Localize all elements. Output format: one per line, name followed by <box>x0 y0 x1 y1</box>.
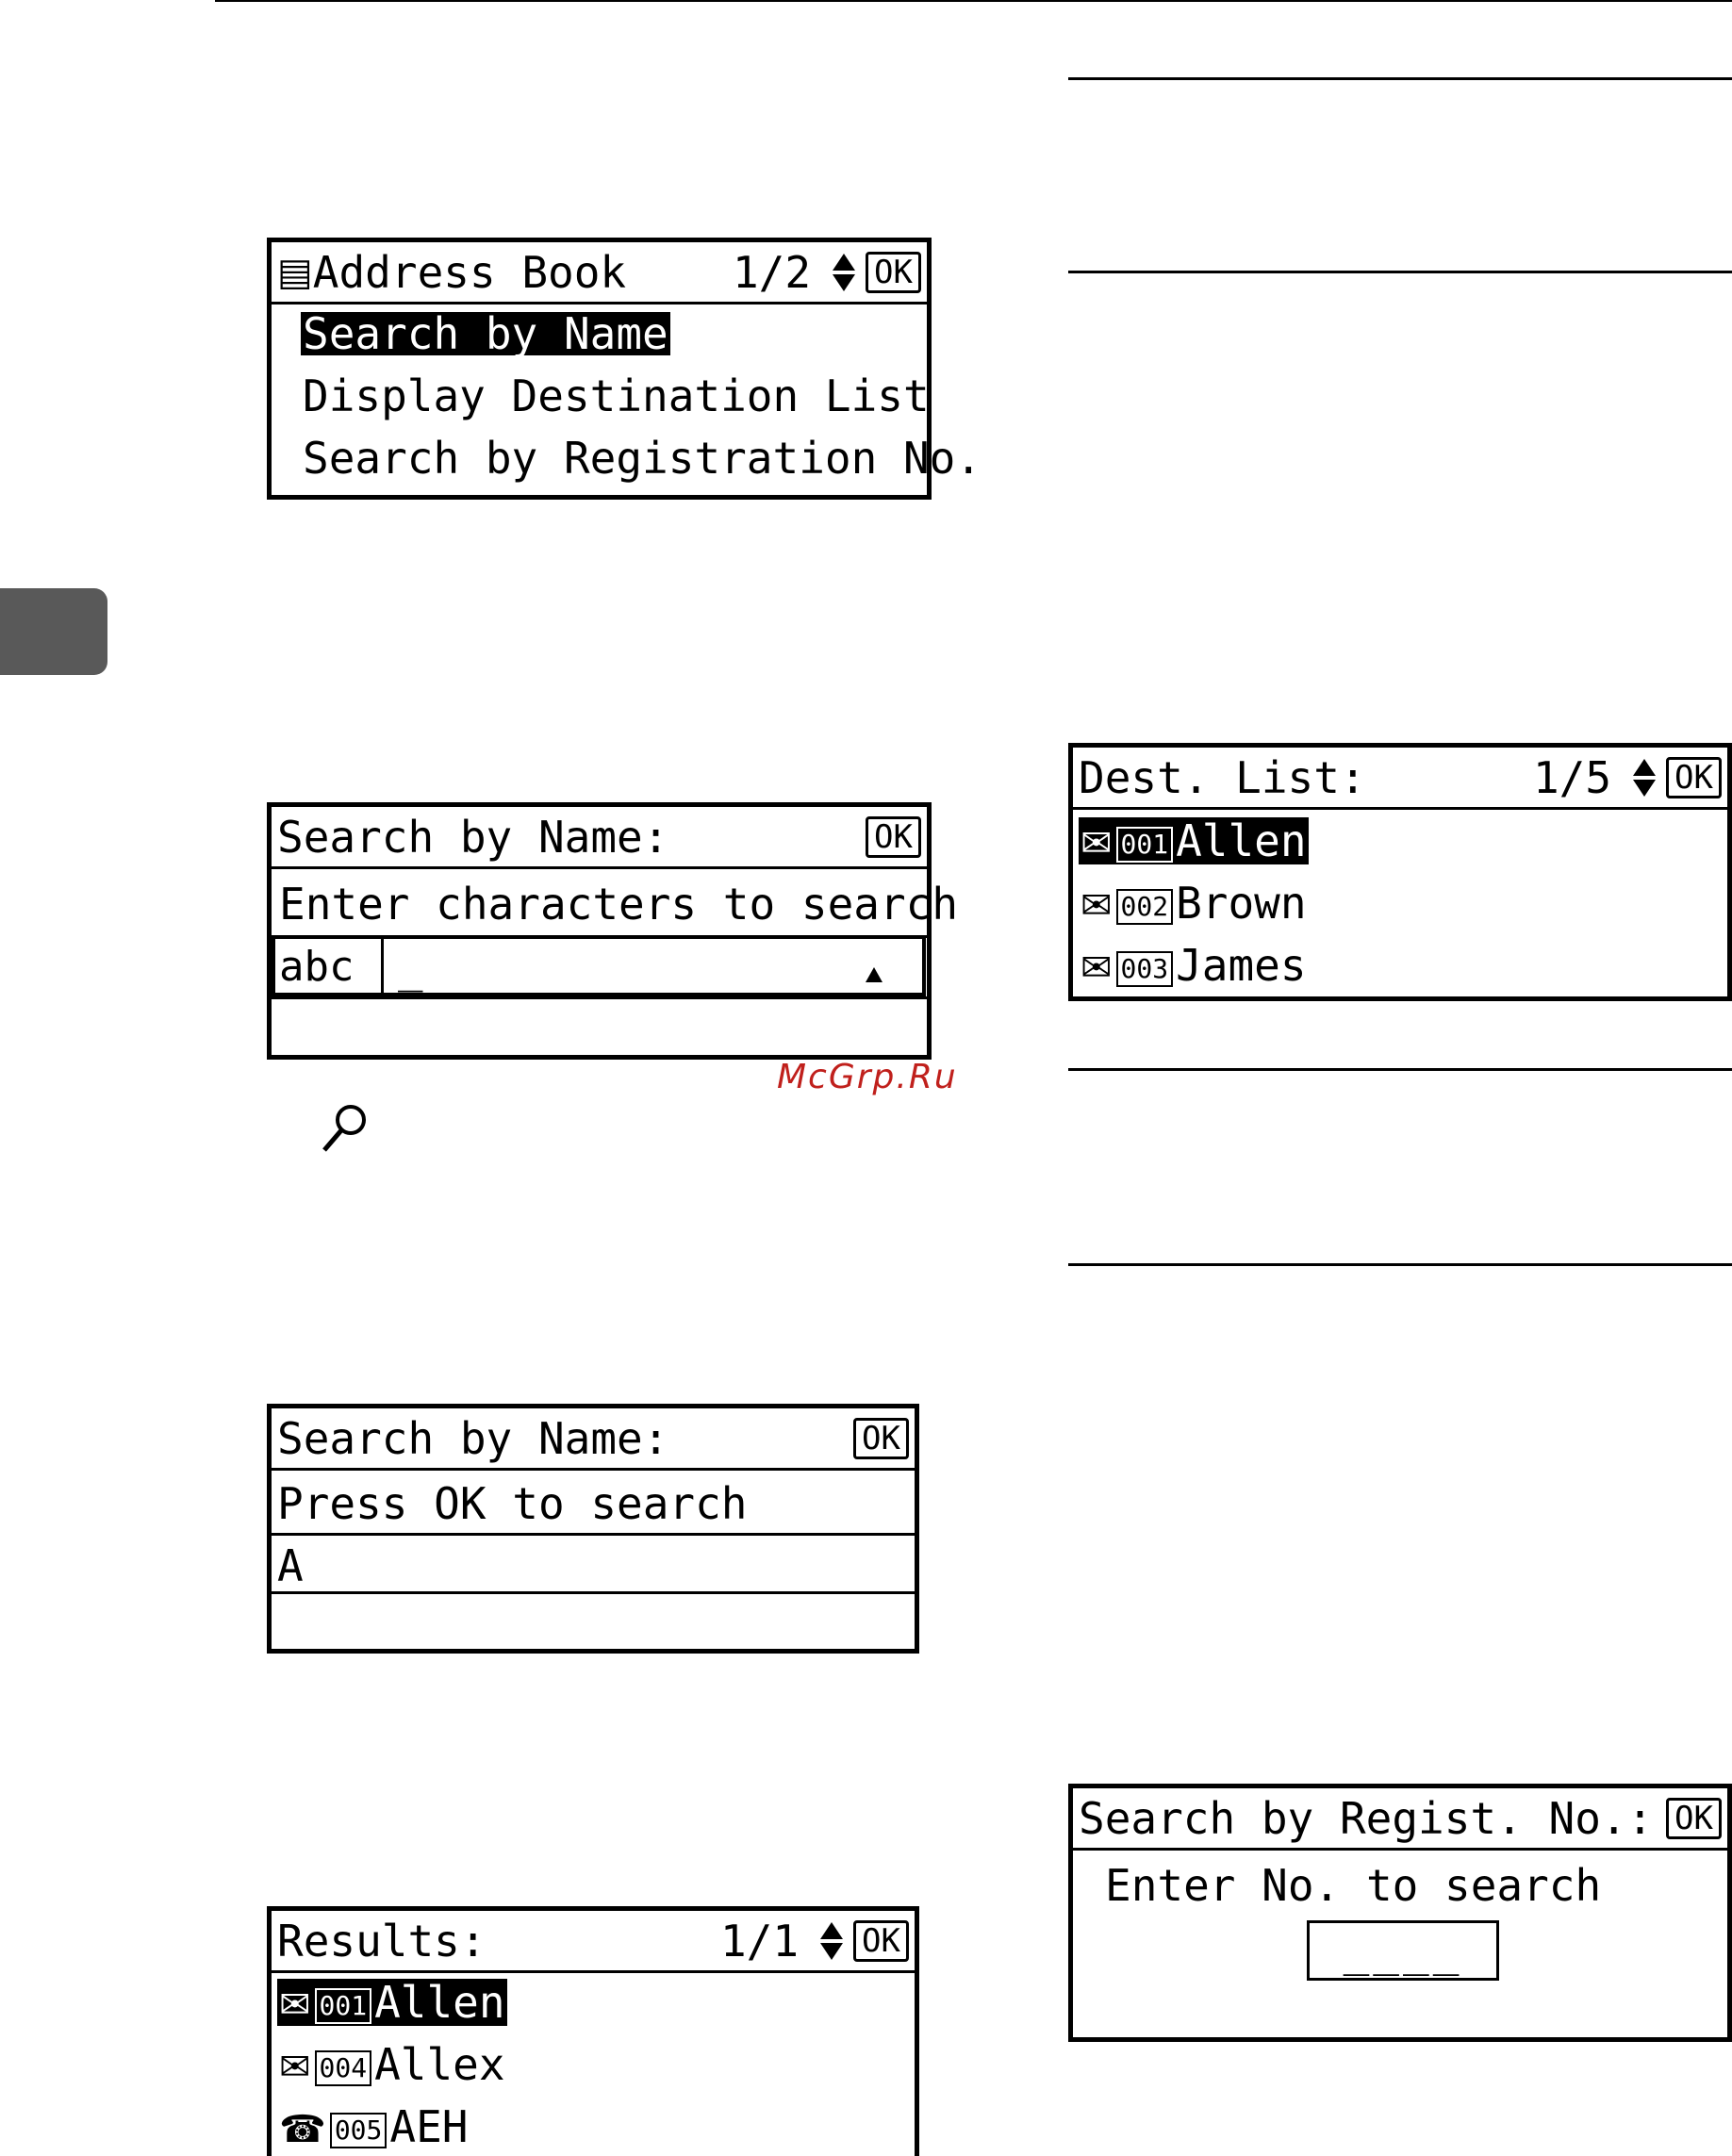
menu-item-display-destination-list[interactable]: Display Destination List <box>303 374 930 418</box>
ok-button[interactable]: OK <box>1666 1797 1722 1839</box>
phone-icon: ☎ <box>279 2108 326 2151</box>
ok-button[interactable]: OK <box>866 251 921 293</box>
registration-number-input[interactable]: ____ <box>1307 1920 1499 1981</box>
section-rule <box>1068 1263 1732 1266</box>
prompt-text: Enter No. to search <box>1105 1860 1602 1911</box>
address-icon: ✉ <box>279 2046 311 2089</box>
search-value[interactable]: A <box>277 1544 304 1588</box>
search-input[interactable]: abc _ <box>272 935 926 996</box>
list-item[interactable]: ☎ 005 AEH <box>279 2105 469 2148</box>
section-rule <box>1068 77 1732 80</box>
ok-button[interactable]: OK <box>866 815 921 858</box>
search-by-regist-no-screen: Search by Regist. No.: OK Enter No. to s… <box>1068 1784 1732 2042</box>
results-screen: Results: 1/1 OK ✉ 001 Allen ✉ 004 Allex ☎ 005… <box>267 1906 919 2156</box>
reg-number: 001 <box>1115 827 1174 863</box>
entry-name: AEH <box>389 2101 469 2152</box>
input-mode-label: abc <box>279 943 355 991</box>
magnifier-icon <box>322 1105 366 1152</box>
screen-header: Search by Name: OK <box>272 807 927 869</box>
list-item[interactable]: ✉ 004 Allex <box>279 2043 505 2086</box>
reg-number: 002 <box>1115 889 1174 925</box>
search-by-name-confirm-screen: Search by Name: OK Press OK to search A <box>267 1404 919 1654</box>
page-indicator: 1/5 <box>1532 751 1612 803</box>
screen-header: ▤ Address Book 1/2 OK <box>272 242 927 304</box>
text-cursor: _ <box>398 945 423 993</box>
section-rule <box>1068 271 1732 273</box>
reg-number: 001 <box>314 1988 372 2024</box>
list-item[interactable]: ✉ 003 James <box>1080 944 1307 987</box>
screen-header: Dest. List: 1/5 OK <box>1073 748 1727 810</box>
reg-number: 005 <box>329 2113 388 2148</box>
caret-up-icon <box>866 967 882 982</box>
dest-list-screen: Dest. List: 1/5 OK ✉ 001 Allen ✉ 002 Brown ✉… <box>1068 743 1732 1001</box>
address-icon: ✉ <box>1080 822 1113 865</box>
list-item[interactable]: ✉ 001 Allen <box>277 1979 507 2026</box>
screen-title: Search by Name: <box>277 1412 669 1464</box>
watermark: McGrp.Ru <box>777 1058 958 1096</box>
prompt-text: Press OK to search <box>277 1478 748 1529</box>
screen-title: Results: <box>277 1915 487 1967</box>
scroll-arrows-icon[interactable] <box>819 1920 844 1962</box>
ok-button[interactable]: OK <box>1666 756 1722 798</box>
screen-header: Search by Name: OK <box>272 1408 915 1471</box>
scroll-arrows-icon[interactable] <box>1632 757 1657 798</box>
address-icon: ✉ <box>1080 946 1113 990</box>
menu-item-search-by-registration-no[interactable]: Search by Registration No. <box>303 436 981 480</box>
top-rule <box>215 0 1732 2</box>
screen-title: Dest. List: <box>1079 751 1366 803</box>
page-indicator: 1/1 <box>719 1915 800 1967</box>
screen-title: Search by Regist. No.: <box>1079 1792 1654 1844</box>
reg-number: 004 <box>314 2050 372 2086</box>
list-item[interactable]: ✉ 001 Allen <box>1079 817 1309 864</box>
entry-name: Brown <box>1176 878 1307 929</box>
prompt-text: Enter characters to search <box>279 879 959 930</box>
screen-title: Search by Name: <box>277 811 669 863</box>
scroll-arrows-icon[interactable] <box>832 252 856 293</box>
ok-button[interactable]: OK <box>853 1417 909 1459</box>
entry-name: Allen <box>1176 815 1307 866</box>
screen-header: Results: 1/1 OK <box>272 1911 915 1973</box>
address-icon: ✉ <box>1080 884 1113 928</box>
reg-number: 003 <box>1115 951 1174 987</box>
entry-name: Allex <box>374 2039 505 2090</box>
address-book-icon: ▤ <box>277 250 313 294</box>
mode-divider <box>381 939 384 994</box>
address-book-screen: ▤ Address Book 1/2 OK Search by Name Dis… <box>267 238 981 500</box>
entry-name: Allen <box>374 1977 505 2028</box>
address-icon: ✉ <box>279 1983 311 2027</box>
entry-name: James <box>1176 940 1307 991</box>
screen-title: Address Book <box>312 246 627 298</box>
page-indicator: 1/2 <box>732 246 812 298</box>
list-item[interactable]: ✉ 002 Brown <box>1080 881 1307 925</box>
menu-item-search-by-name[interactable]: Search by Name <box>301 312 670 355</box>
ok-button[interactable]: OK <box>853 1919 909 1962</box>
screen-header: Search by Regist. No.: OK <box>1073 1788 1727 1851</box>
chapter-tab <box>0 588 107 675</box>
section-rule <box>1068 1068 1732 1071</box>
search-by-name-screen: Search by Name: OK Enter characters to s… <box>267 802 958 1060</box>
